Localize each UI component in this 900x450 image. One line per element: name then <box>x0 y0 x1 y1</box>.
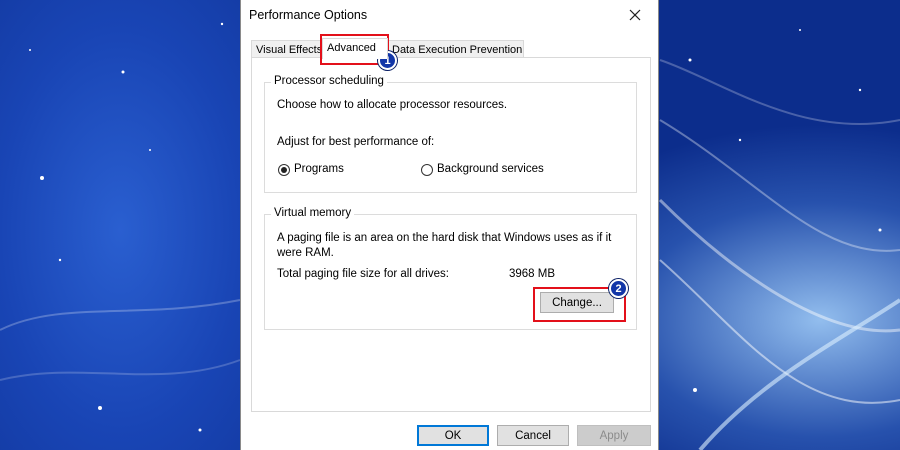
tab-strip: Visual Effects Advanced Data Execution P… <box>251 38 651 59</box>
virtual-memory-description: A paging file is an area on the hard dis… <box>277 232 612 259</box>
cancel-button-label: Cancel <box>515 429 551 442</box>
close-button[interactable] <box>618 2 652 28</box>
ok-button-label: OK <box>444 429 462 442</box>
tab-label: Visual Effects <box>256 44 323 56</box>
adjust-performance-label: Adjust for best performance of: <box>277 136 435 148</box>
processor-scheduling-group: Processor scheduling Choose how to alloc… <box>264 75 637 193</box>
programs-label[interactable]: Programs <box>294 163 344 175</box>
virtual-memory-title: Virtual memory <box>271 207 355 219</box>
apply-button[interactable]: Apply <box>577 425 651 446</box>
processor-scheduling-description: Choose how to allocate processor resourc… <box>277 99 508 111</box>
processor-scheduling-title: Processor scheduling <box>271 75 387 87</box>
apply-button-label: Apply <box>599 429 629 442</box>
tab-visual-effects[interactable]: Visual Effects <box>251 40 323 58</box>
cancel-button[interactable]: Cancel <box>497 425 569 446</box>
background-services-label[interactable]: Background services <box>437 163 544 175</box>
close-icon <box>629 9 641 21</box>
step-2-number: 2 <box>615 282 622 295</box>
tab-label: Advanced <box>327 42 376 54</box>
tab-label: Data Execution Prevention <box>392 44 523 56</box>
performance-options-dialog: Performance Options Visual Effects Advan… <box>240 0 659 450</box>
dialog-title: Performance Options <box>249 8 368 22</box>
advanced-tab-panel: Processor scheduling Choose how to alloc… <box>251 57 651 412</box>
step-2-marker: 2 <box>609 279 628 298</box>
title-bar[interactable]: Performance Options <box>241 0 658 30</box>
ok-button[interactable]: OK <box>417 425 489 446</box>
tab-data-execution-prevention[interactable]: Data Execution Prevention <box>387 40 524 58</box>
programs-radio[interactable] <box>278 164 290 176</box>
total-paging-value: 3968 MB <box>509 268 556 280</box>
background-services-radio[interactable] <box>421 164 433 176</box>
total-paging-label: Total paging file size for all drives: <box>277 268 449 280</box>
tab-advanced[interactable]: Advanced <box>322 38 388 59</box>
